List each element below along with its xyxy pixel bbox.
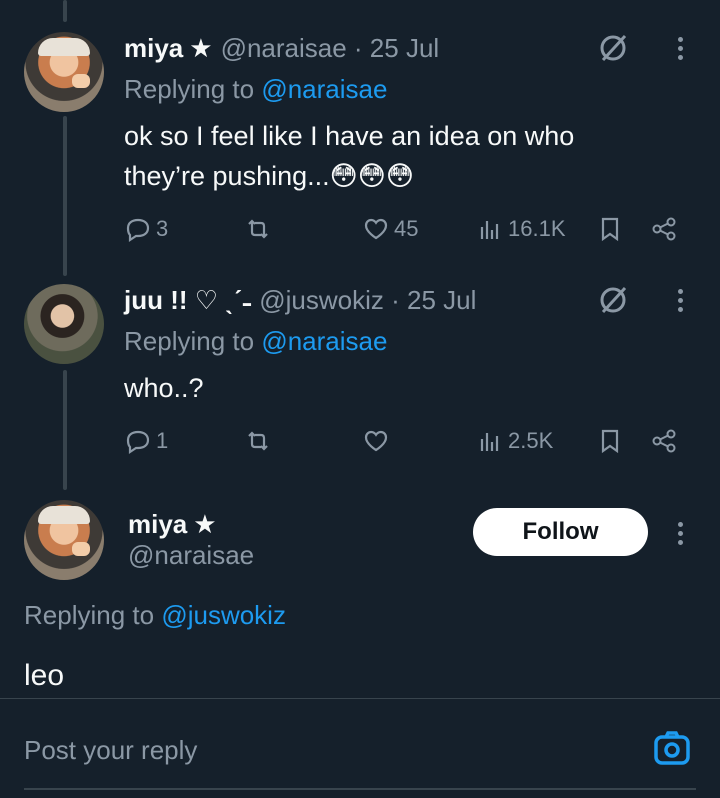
like-button[interactable]: [362, 424, 394, 458]
reply-button[interactable]: 3: [124, 212, 168, 246]
more-icon[interactable]: [670, 516, 690, 550]
tweet-header: juu !! ♡ ˎˊ˗ @juswokiz · 25 Jul: [124, 280, 476, 320]
replying-to-link[interactable]: @juswokiz: [161, 600, 286, 630]
like-button[interactable]: 45: [362, 212, 418, 246]
replying-to-link[interactable]: @naraisae: [261, 74, 387, 104]
tweet-text-line: they’re pushing...😳😳😳: [124, 161, 415, 191]
handle-date[interactable]: @juswokiz · 25 Jul: [259, 285, 476, 316]
star-icon: ★: [189, 32, 213, 63]
thread-line-top: [63, 0, 67, 22]
tweet-miya[interactable]: miya ★ @naraisae · 25 Jul Replying to @n…: [0, 28, 720, 258]
reply-count: 3: [156, 216, 169, 241]
views-count: 2.5K: [508, 428, 554, 453]
reply-icon: [126, 430, 150, 455]
replying-to: Replying to @naraisae: [124, 74, 387, 105]
grok-icon[interactable]: [596, 31, 630, 65]
camera-icon[interactable]: [652, 728, 692, 768]
tweet-text: ok so I feel like I have an idea on who …: [124, 116, 684, 196]
share-icon: [652, 429, 676, 453]
star-icon: ★: [193, 508, 217, 539]
reply-input[interactable]: [24, 732, 624, 768]
avatar[interactable]: [24, 500, 104, 580]
tweet-juu[interactable]: juu !! ♡ ˎˊ˗ @juswokiz · 25 Jul Replying…: [0, 280, 720, 480]
grok-icon[interactable]: [596, 283, 630, 317]
views-icon: [480, 433, 499, 451]
views-button[interactable]: 16.1K: [476, 212, 566, 246]
replying-prefix: Replying to: [124, 74, 262, 104]
main-tweet: miya ★ @naraisae Follow Replying to @jus…: [0, 496, 720, 696]
more-icon[interactable]: [670, 283, 690, 317]
avatar[interactable]: [24, 284, 104, 364]
action-bar: 1 2.5K: [124, 424, 684, 458]
tweet-text: leo: [24, 659, 65, 692]
avatar[interactable]: [24, 32, 104, 112]
bookmark-button[interactable]: [596, 424, 624, 458]
tweet-text-line: ok so I feel like I have an idea on who: [124, 121, 575, 151]
divider: [24, 788, 696, 790]
like-count: 45: [394, 216, 419, 241]
bookmark-button[interactable]: [596, 212, 624, 246]
tweet-text: who..?: [124, 368, 684, 408]
views-count: 16.1K: [508, 216, 566, 241]
display-name[interactable]: miya: [124, 33, 183, 64]
reply-button[interactable]: 1: [124, 424, 168, 458]
retweet-button[interactable]: [244, 424, 276, 458]
views-button[interactable]: 2.5K: [476, 424, 553, 458]
reply-composer: [0, 698, 720, 798]
handle-date[interactable]: @naraisae · 25 Jul: [221, 33, 440, 64]
replying-prefix: Replying to: [124, 326, 262, 356]
views-icon: [480, 221, 499, 239]
display-name[interactable]: juu !! ♡ ˎˊ˗: [124, 285, 251, 316]
bookmark-icon: [601, 429, 619, 454]
share-button[interactable]: [650, 424, 678, 458]
heart-icon: [364, 218, 388, 240]
author-handle[interactable]: @naraisae: [128, 540, 254, 571]
display-name[interactable]: miya: [128, 509, 187, 540]
share-icon: [652, 217, 676, 241]
replying-to: Replying to @juswokiz: [24, 600, 286, 631]
retweet-button[interactable]: [244, 212, 276, 246]
action-bar: 3 45 16.1K: [124, 212, 684, 246]
follow-button[interactable]: Follow: [473, 508, 648, 556]
more-icon[interactable]: [670, 31, 690, 65]
tweet-text-line: who..?: [124, 373, 204, 403]
share-button[interactable]: [650, 212, 678, 246]
bookmark-icon: [601, 217, 619, 242]
reply-count: 1: [156, 428, 169, 453]
replying-to-link[interactable]: @naraisae: [261, 326, 387, 356]
retweet-icon: [248, 219, 268, 239]
heart-icon: [364, 430, 388, 452]
replying-to: Replying to @naraisae: [124, 326, 387, 357]
tweet-header: miya ★: [128, 504, 217, 544]
reply-icon: [126, 218, 150, 243]
tweet-header: miya ★ @naraisae · 25 Jul: [124, 28, 439, 68]
replying-prefix: Replying to: [24, 600, 162, 630]
retweet-icon: [248, 431, 268, 451]
